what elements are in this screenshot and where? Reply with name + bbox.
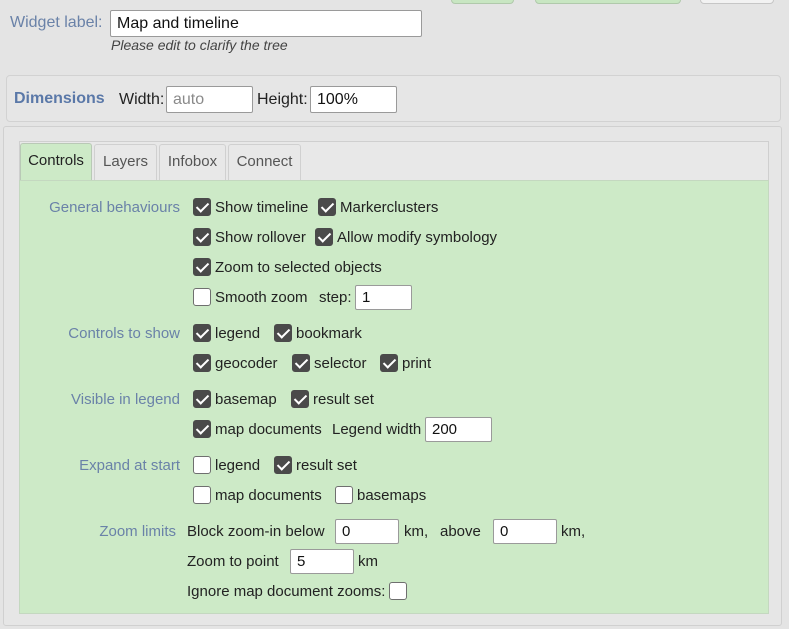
visible-map-documents-checkbox[interactable] [193, 420, 211, 438]
zoom-limits-label: Zoom limits [99, 523, 176, 540]
legend-width-input[interactable] [425, 417, 492, 442]
show-print-label: print [402, 355, 432, 372]
show-selector-label: selector [314, 355, 367, 372]
legend-width-label: Legend width [332, 421, 422, 438]
zoom-selected-checkbox[interactable] [193, 258, 211, 276]
show-geocoder-label: geocoder [215, 355, 278, 372]
show-print-checkbox[interactable] [380, 354, 398, 372]
show-legend-label: legend [215, 325, 261, 342]
show-rollover-label: Show rollover [215, 229, 306, 246]
expand-basemaps-checkbox[interactable] [335, 486, 353, 504]
allow-modify-symbology-checkbox[interactable] [315, 228, 333, 246]
markerclusters-label: Markerclusters [340, 199, 439, 216]
height-label: Height: [257, 91, 308, 108]
tab-layers[interactable]: Layers [94, 144, 157, 181]
block-zoom-input[interactable] [335, 519, 399, 544]
visible-result-set-label: result set [313, 391, 374, 408]
markerclusters-checkbox[interactable] [318, 198, 336, 216]
top-button-2[interactable] [535, 0, 681, 4]
tab-controls[interactable]: Controls [20, 143, 92, 181]
show-bookmark-checkbox[interactable] [274, 324, 292, 342]
widget-label-input[interactable] [110, 10, 422, 37]
visible-result-set-checkbox[interactable] [291, 390, 309, 408]
block-zoom-unit: km, [404, 523, 429, 540]
dimensions-title: Dimensions [14, 90, 105, 107]
smooth-zoom-label: Smooth zoom [215, 289, 308, 306]
expand-result-set-checkbox[interactable] [274, 456, 292, 474]
step-input[interactable] [355, 285, 412, 310]
widget-label: Widget label: [10, 14, 103, 31]
ignore-zooms-label: Ignore map document zooms: [187, 583, 386, 600]
show-timeline-label: Show timeline [215, 199, 309, 216]
ignore-zooms-checkbox[interactable] [389, 582, 407, 600]
show-rollover-checkbox[interactable] [193, 228, 211, 246]
expand-map-documents-label: map documents [215, 487, 322, 504]
expand-map-documents-checkbox[interactable] [193, 486, 211, 504]
show-timeline-checkbox[interactable] [193, 198, 211, 216]
top-button-3[interactable] [700, 0, 774, 4]
above-input[interactable] [493, 519, 557, 544]
zoom-to-point-input[interactable] [290, 549, 354, 574]
visible-map-documents-label: map documents [215, 421, 322, 438]
zoom-to-point-unit: km [358, 553, 378, 570]
tab-infobox[interactable]: Infobox [159, 144, 226, 181]
expand-basemaps-label: basemaps [357, 487, 427, 504]
height-input[interactable] [310, 86, 397, 113]
expand-legend-label: legend [215, 457, 261, 474]
visible-basemap-checkbox[interactable] [193, 390, 211, 408]
widget-label-hint: Please edit to clarify the tree [111, 37, 288, 53]
show-geocoder-checkbox[interactable] [193, 354, 211, 372]
show-legend-checkbox[interactable] [193, 324, 211, 342]
block-zoom-label: Block zoom-in below [187, 523, 325, 540]
zoom-to-point-label: Zoom to point [187, 553, 279, 570]
show-bookmark-label: bookmark [296, 325, 362, 342]
general-behaviours-label: General behaviours [49, 199, 180, 216]
top-button-1[interactable] [451, 0, 514, 4]
zoom-selected-label: Zoom to selected objects [215, 259, 382, 276]
visible-basemap-label: basemap [215, 391, 277, 408]
above-unit: km, [561, 523, 586, 540]
expand-at-start-label: Expand at start [79, 457, 180, 474]
above-label: above [440, 523, 481, 540]
expand-legend-checkbox[interactable] [193, 456, 211, 474]
expand-result-set-label: result set [296, 457, 357, 474]
visible-in-legend-label: Visible in legend [71, 391, 180, 408]
allow-modify-symbology-label: Allow modify symbology [337, 229, 498, 246]
width-input[interactable] [166, 86, 253, 113]
controls-to-show-label: Controls to show [68, 325, 180, 342]
smooth-zoom-checkbox[interactable] [193, 288, 211, 306]
show-selector-checkbox[interactable] [292, 354, 310, 372]
width-label: Width: [119, 91, 165, 108]
tab-connect[interactable]: Connect [228, 144, 301, 181]
step-label: step: [319, 289, 352, 306]
